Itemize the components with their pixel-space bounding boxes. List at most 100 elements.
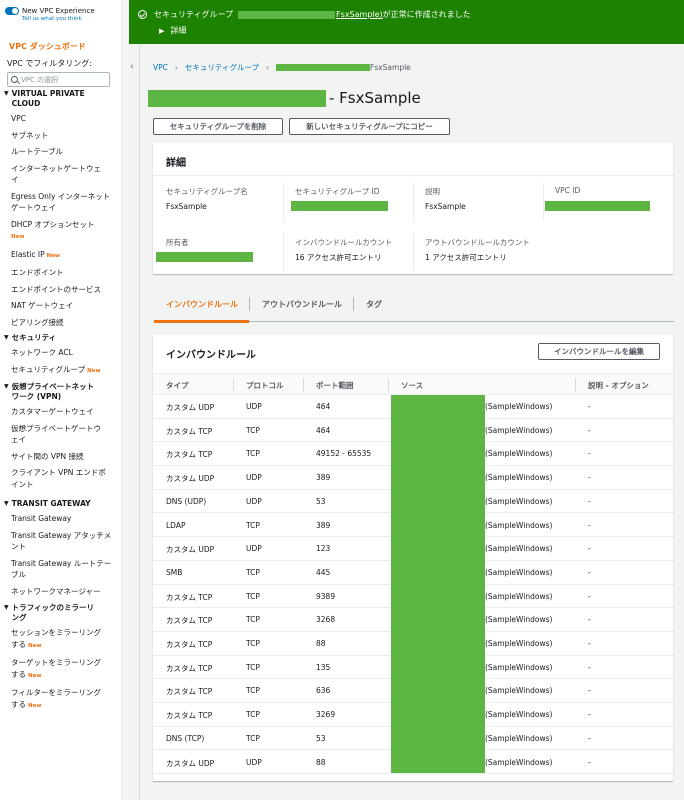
flash-details-toggle[interactable]: ▶ 詳細 bbox=[159, 25, 186, 36]
sidebar-item[interactable]: フィルターをミラーリング する New bbox=[0, 687, 121, 712]
copy-security-group-button[interactable]: 新しいセキュリティグループにコピー bbox=[289, 118, 450, 135]
sidebar-item[interactable]: セッションをミラーリング する New bbox=[0, 627, 121, 652]
rule-port-range: 464 bbox=[316, 402, 331, 411]
divider bbox=[283, 183, 284, 221]
rule-source: (SampleWindows) bbox=[485, 567, 553, 577]
column-header-source[interactable]: ソース bbox=[401, 380, 423, 391]
column-header-port-range[interactable]: ポート範囲 bbox=[316, 380, 354, 391]
sidebar-item[interactable]: NAT ゲートウェイ bbox=[0, 300, 121, 312]
sidebar-item[interactable]: 仮想プライベートゲートウ ェイ bbox=[0, 423, 121, 446]
edit-inbound-rules-button[interactable]: インバウンドルールを編集 bbox=[538, 343, 660, 360]
rule-source: (SampleWindows) bbox=[485, 449, 553, 459]
sidebar-item-label: エンドポイントのサービス bbox=[11, 284, 101, 294]
sidebar-item[interactable]: エンドポイント bbox=[0, 267, 121, 279]
sidebar-item[interactable]: ネットワークマネージャー bbox=[0, 586, 121, 598]
rule-type: SMB bbox=[166, 567, 183, 577]
sidebar-item[interactable]: セキュリティグループ New bbox=[0, 364, 121, 378]
new-badge: New bbox=[11, 234, 25, 240]
rule-protocol: TCP bbox=[246, 520, 260, 530]
sidebar-item[interactable]: Transit Gateway アタッチメ ント bbox=[0, 530, 121, 553]
sidebar-item-label: DHCP オプションセット bbox=[11, 219, 95, 229]
sidebar-item[interactable]: Transit Gateway bbox=[0, 513, 121, 525]
sidebar-item[interactable]: クライアント VPN エンドポ イント bbox=[0, 467, 121, 490]
rule-source: (SampleWindows) bbox=[485, 402, 553, 411]
sidebar-item-label: 仮想プライベートゲートウ bbox=[11, 423, 101, 433]
chevron-right-icon: › bbox=[266, 63, 269, 72]
description-label: 説明 bbox=[425, 187, 440, 196]
flash-sg-link[interactable]: FsxSample) bbox=[336, 10, 383, 19]
toggle-switch-icon[interactable] bbox=[5, 7, 19, 15]
column-header-type[interactable]: タイプ bbox=[166, 380, 189, 391]
chevron-left-icon[interactable]: ‹ bbox=[130, 62, 134, 72]
sidebar-item-label: ターゲットをミラーリング bbox=[11, 658, 101, 667]
sidebar-item[interactable]: サブネット bbox=[0, 130, 121, 142]
rule-port-range: 445 bbox=[316, 567, 331, 577]
feedback-link[interactable]: Tell us what you think bbox=[0, 15, 121, 22]
sidebar-section-header[interactable]: ▼ 仮想プライベートネット ワーク (VPN) bbox=[0, 382, 121, 402]
rule-source: (SampleWindows) bbox=[485, 496, 553, 506]
vpc-filter-select[interactable]: VPC の選択 bbox=[7, 72, 110, 87]
breadcrumb-vpc[interactable]: VPC bbox=[153, 63, 168, 72]
rule-description: - bbox=[588, 733, 591, 743]
sg-name-value: FsxSample bbox=[166, 202, 207, 211]
table-header: タイプ プロトコル ポート範囲 ソース 説明 - オプション bbox=[153, 373, 673, 395]
redacted-owner bbox=[156, 252, 253, 262]
sidebar-item[interactable]: インターネットゲートウェイ bbox=[0, 163, 121, 186]
sidebar-item[interactable]: Transit Gateway ルートテー ブル bbox=[0, 558, 121, 581]
owner-label: 所有者 bbox=[166, 238, 189, 247]
sidebar-section-header[interactable]: ▼ セキュリティ bbox=[0, 333, 121, 343]
breadcrumb-security-groups[interactable]: セキュリティグループ bbox=[185, 62, 259, 73]
sidebar-section-header[interactable]: ▼ VIRTUAL PRIVATE CLOUD bbox=[0, 89, 121, 109]
rule-port-range: 9389 bbox=[316, 591, 336, 601]
outbound-count-value: 1 アクセス許可エントリ bbox=[425, 253, 507, 262]
search-icon bbox=[11, 76, 18, 83]
sidebar-item-label: イ bbox=[11, 175, 19, 184]
rule-type: カスタム UDP bbox=[166, 403, 215, 412]
rule-description: - bbox=[588, 686, 591, 696]
tab-inbound-rules[interactable]: インバウンドルール bbox=[166, 299, 238, 310]
sidebar-section-header[interactable]: ▼ TRANSIT GATEWAY bbox=[0, 499, 121, 509]
sidebar-item[interactable]: ルートテーブル bbox=[0, 146, 121, 158]
rule-type: カスタム TCP bbox=[166, 663, 213, 673]
rule-source: (SampleWindows) bbox=[485, 710, 553, 720]
sidebar-item[interactable]: カスタマーゲートウェイ bbox=[0, 406, 121, 418]
rule-type: カスタム TCP bbox=[166, 592, 213, 602]
divider bbox=[413, 183, 414, 221]
sidebar-item[interactable]: ネットワーク ACL bbox=[0, 347, 121, 359]
new-vpc-experience-row[interactable]: New VPC Experience bbox=[0, 0, 121, 15]
tab-tags[interactable]: タグ bbox=[366, 299, 382, 310]
sidebar-item[interactable]: VPC bbox=[0, 113, 121, 125]
rule-source: (SampleWindows) bbox=[485, 591, 553, 601]
rule-description: - bbox=[588, 567, 591, 577]
rule-type: カスタム UDP bbox=[166, 545, 215, 555]
rule-description: - bbox=[588, 662, 591, 672]
sidebar-item[interactable]: サイト間の VPN 接続 bbox=[0, 451, 121, 463]
sidebar-item[interactable]: Elastic IP New bbox=[0, 249, 121, 263]
active-tab-indicator bbox=[154, 320, 249, 323]
rule-description: - bbox=[588, 473, 591, 483]
new-badge: New bbox=[28, 702, 42, 709]
sidebar-section-header[interactable]: ▼ トラフィックのミラーリ ング bbox=[0, 603, 121, 623]
column-header-description[interactable]: 説明 - オプション bbox=[588, 380, 649, 391]
divider bbox=[233, 378, 234, 391]
divider bbox=[153, 175, 673, 176]
sidebar-item[interactable]: エンドポイントのサービス bbox=[0, 284, 121, 296]
tab-outbound-rules[interactable]: アウトバウンドルール bbox=[262, 299, 342, 310]
column-header-protocol[interactable]: プロトコル bbox=[246, 380, 284, 391]
divider bbox=[413, 233, 414, 271]
delete-security-group-button[interactable]: セキュリティグループを削除 bbox=[153, 118, 283, 135]
inbound-count-label: インバウンドルールカウント bbox=[295, 238, 393, 247]
rule-description: - bbox=[588, 425, 591, 435]
redacted-sg-id bbox=[238, 10, 336, 19]
rule-protocol: TCP bbox=[246, 686, 260, 696]
sidebar-item[interactable]: ターゲットをミラーリング する New bbox=[0, 657, 121, 682]
sidebar-item[interactable]: ピアリング接続 bbox=[0, 317, 121, 329]
rule-type: DNS (UDP) bbox=[166, 496, 207, 506]
rule-type: カスタム TCP bbox=[166, 687, 213, 697]
sidebar-item[interactable]: DHCP オプションセット New bbox=[0, 219, 121, 244]
page-title: - FsxSample bbox=[329, 89, 421, 107]
flash-prefix: セキュリティグループ bbox=[154, 10, 234, 19]
vpc-dashboard-link[interactable]: VPC ダッシュボード bbox=[0, 22, 121, 52]
sidebar-item-label: ルートテーブル bbox=[11, 147, 64, 156]
sidebar-item[interactable]: Egress Only インターネット ゲートウェイ bbox=[0, 191, 121, 214]
